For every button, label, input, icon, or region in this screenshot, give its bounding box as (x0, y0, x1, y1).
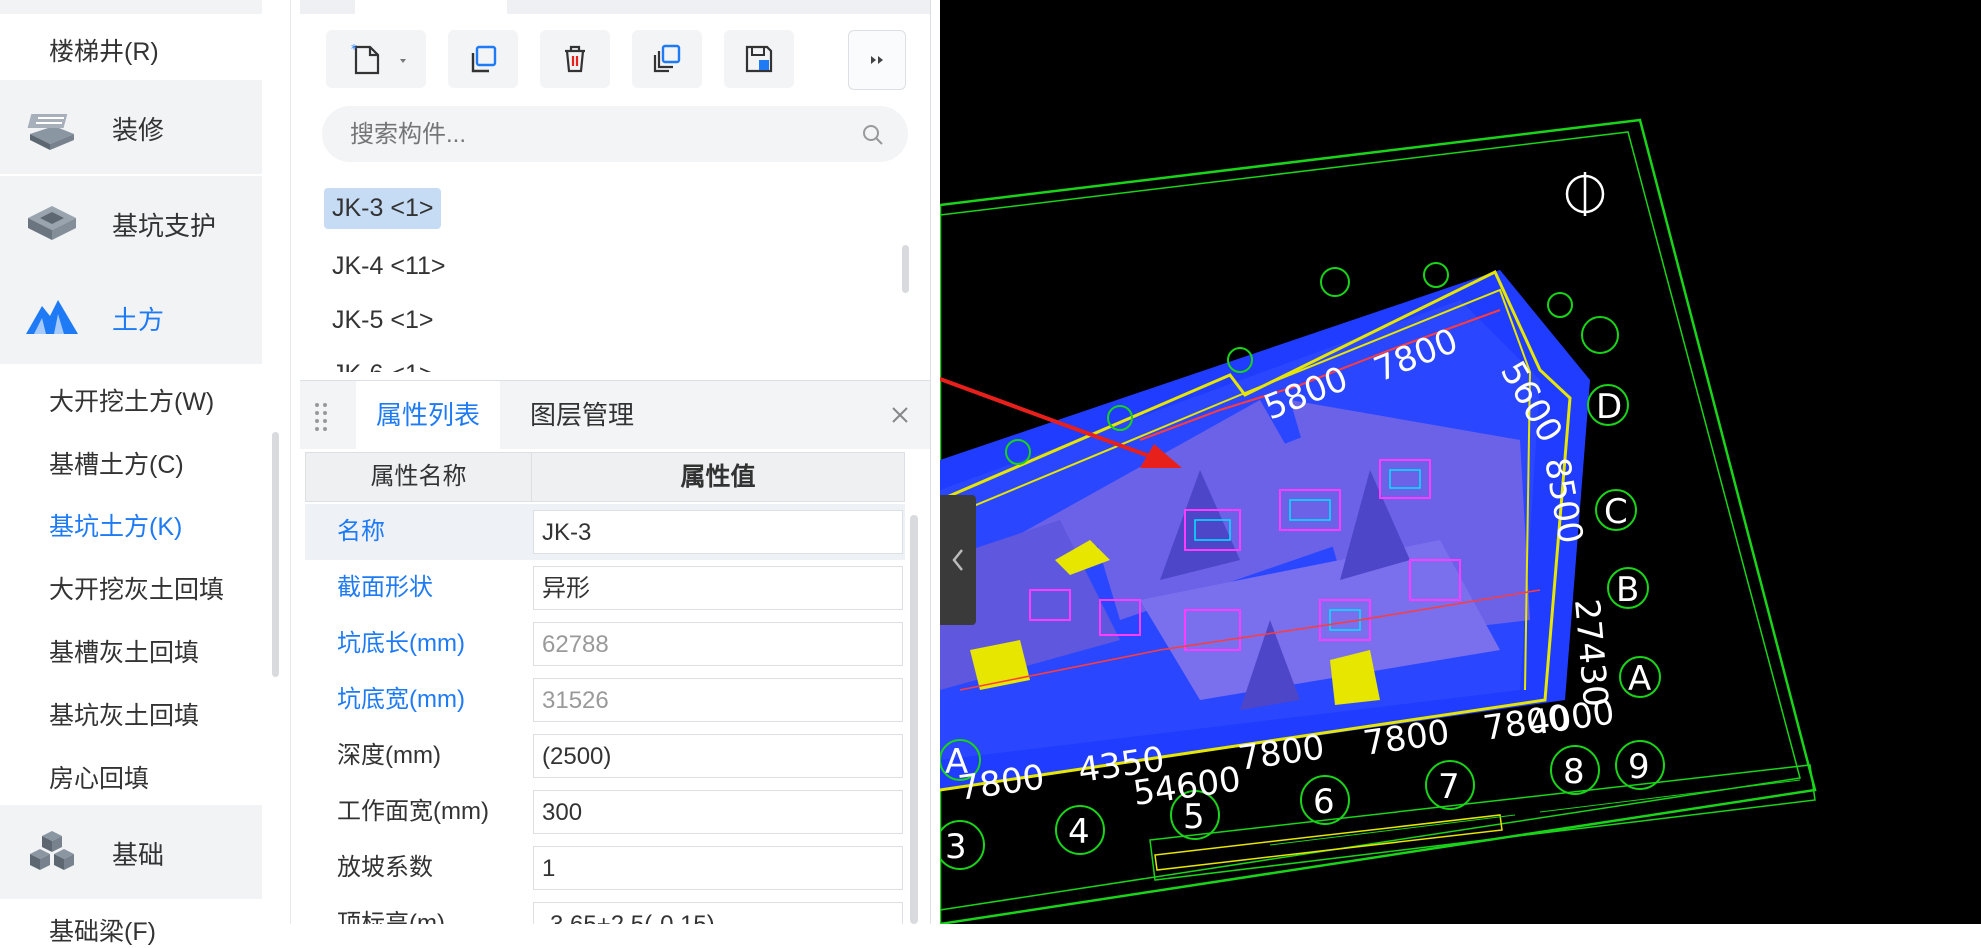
property-value-field[interactable]: 62788 (533, 622, 903, 666)
nav-item-mass-excavation[interactable]: 大开挖土方(W) (49, 382, 214, 418)
component-tab-strip (300, 0, 930, 14)
new-component-icon: * (351, 42, 406, 75)
save-icon (745, 45, 773, 73)
property-panel-header: 属性列表 图层管理 (300, 380, 930, 449)
property-panel-scrollbar[interactable] (910, 515, 918, 924)
tab-property-list[interactable]: 属性列表 (356, 381, 501, 449)
svg-text:B: B (1616, 570, 1639, 610)
property-panel: 属性列表 图层管理 属性名称 属性值 名称 JK-3 截面形状 异形坑底长(mm) 62… (300, 380, 931, 924)
search-icon[interactable] (862, 124, 884, 146)
nav-item-foundation-beam[interactable]: 基础梁(F) (49, 912, 156, 948)
search-input[interactable] (348, 118, 832, 152)
chevron-left-icon (952, 549, 963, 571)
property-value-field[interactable]: 1 (533, 846, 903, 890)
nav-category-label: 土方 (112, 305, 165, 335)
component-item[interactable]: JK-5 <1> (332, 306, 433, 335)
property-row[interactable]: 坑底长(mm) 62788 (305, 616, 905, 672)
column-header-name: 属性名称 (306, 453, 532, 501)
property-table-header: 属性名称 属性值 (305, 452, 905, 502)
svg-text:27430: 27430 (1566, 597, 1615, 708)
collapse-panel-handle[interactable] (940, 495, 976, 625)
nav-category-label: 装修 (112, 115, 165, 145)
search-bar[interactable] (322, 106, 908, 162)
cad-3d-viewport[interactable]: 3 4 5 6 7 8 9 A B C D A 7800 4350 54600 … (940, 0, 1981, 924)
nav-item-pit-lime-backfill[interactable]: 基坑灰土回填 (49, 696, 199, 732)
active-tab-indicator (355, 0, 507, 14)
property-row[interactable]: 截面形状 异形 (305, 560, 905, 616)
close-icon[interactable] (890, 405, 910, 425)
delete-button[interactable] (540, 30, 610, 88)
sidebar-top-strip (0, 0, 262, 14)
column-header-value: 属性值 (680, 463, 756, 491)
svg-text:9: 9 (1628, 747, 1650, 787)
property-row[interactable]: 工作面宽(mm) 300 (305, 784, 905, 840)
tab-layer-management[interactable]: 图层管理 (510, 381, 654, 449)
svg-text:7: 7 (1438, 767, 1460, 807)
svg-text:D: D (1596, 387, 1622, 427)
component-list-clip: JK-6 <1> (300, 352, 930, 372)
property-table-body: 名称 JK-3 截面形状 异形坑底长(mm) 62788 坑底宽(mm) 31526 深度(m… (305, 504, 905, 924)
sidebar-scrollbar[interactable] (272, 432, 279, 677)
decoration-icon (27, 114, 74, 150)
component-item[interactable]: JK-3 <1> (324, 188, 442, 229)
property-name: 工作面宽(mm) (337, 798, 489, 825)
property-row[interactable]: 坑底宽(mm) 31526 (305, 672, 905, 728)
save-button[interactable] (724, 30, 794, 88)
nav-item-mass-lime-backfill[interactable]: 大开挖灰土回填 (49, 570, 224, 606)
nav-category-label: 基础 (112, 840, 165, 870)
property-row[interactable]: 名称 JK-3 (305, 504, 905, 560)
layer-copy-button[interactable] (632, 30, 702, 88)
property-value-field[interactable]: 异形 (533, 566, 903, 610)
property-row[interactable]: 放坡系数 1 (305, 840, 905, 896)
property-name: 坑底长(mm) (337, 630, 465, 657)
nav-item-trench-earthwork[interactable]: 基槽土方(C) (49, 445, 184, 481)
more-icon (871, 56, 883, 64)
component-list-scrollbar[interactable] (902, 245, 909, 293)
svg-text:6: 6 (1313, 782, 1335, 822)
copy-button[interactable] (448, 30, 518, 88)
property-value-field[interactable]: (2500) (533, 734, 903, 778)
property-name: 截面形状 (337, 574, 433, 601)
nav-item-room-backfill[interactable]: 房心回填 (49, 759, 149, 795)
svg-text:A: A (1628, 659, 1651, 699)
layer-copy-icon (653, 44, 681, 73)
pit-support-icon (28, 206, 76, 240)
earthwork-icon (26, 300, 78, 334)
nav-item-pit-earthwork[interactable]: 基坑土方(K) (49, 507, 182, 543)
property-value-field[interactable]: 300 (533, 790, 903, 834)
property-name: 名称 (337, 518, 385, 545)
nav-category-pit-support[interactable]: 基坑支护 (0, 176, 262, 270)
nav-category-earthwork[interactable]: 土方 (0, 270, 262, 364)
property-name: 顶标高(m) (337, 910, 445, 924)
svg-text:3: 3 (945, 827, 967, 867)
foundation-icon (30, 831, 74, 870)
property-value-field[interactable]: 31526 (533, 678, 903, 722)
property-name: 深度(mm) (337, 742, 441, 769)
drag-handle-icon[interactable] (314, 401, 328, 431)
svg-text:*: * (351, 42, 357, 56)
more-tools-button[interactable] (848, 30, 906, 90)
property-value-field[interactable]: -3.65+2.5(-0.15) (533, 902, 903, 924)
nav-category-decoration[interactable]: 装修 (0, 80, 262, 174)
property-name: 放坡系数 (337, 854, 433, 881)
nav-item-stairwell[interactable]: 楼梯井(R) (49, 32, 159, 68)
delete-icon (565, 45, 585, 73)
property-name: 坑底宽(mm) (337, 686, 465, 713)
cad-drawing-canvas[interactable]: 3 4 5 6 7 8 9 A B C D A 7800 4350 54600 … (940, 0, 1981, 924)
component-item[interactable]: JK-6 <1> (332, 360, 433, 372)
component-tree-sidebar: 楼梯井(R) 装修 基坑支护 土方 大开挖土方(W) 基槽土方(C) 基坑土方(… (0, 0, 291, 946)
svg-text:4: 4 (1068, 812, 1090, 852)
property-value-field[interactable]: JK-3 (533, 510, 903, 554)
svg-text:C: C (1604, 492, 1628, 532)
component-list-panel: * 搜索构件... JK-3 <1> JK-4 <11> JK-5 <1> (300, 0, 931, 380)
new-component-button[interactable]: * (326, 30, 426, 88)
nav-category-label: 基坑支护 (112, 211, 217, 241)
component-item[interactable]: JK-4 <11> (332, 252, 446, 281)
nav-item-trench-lime-backfill[interactable]: 基槽灰土回填 (49, 633, 199, 669)
nav-category-foundation[interactable]: 基础 (0, 805, 262, 899)
svg-text:8: 8 (1563, 752, 1585, 792)
copy-icon (471, 45, 497, 73)
property-row[interactable]: 顶标高(m) -3.65+2.5(-0.15) (305, 896, 905, 924)
property-row[interactable]: 深度(mm) (2500) (305, 728, 905, 784)
